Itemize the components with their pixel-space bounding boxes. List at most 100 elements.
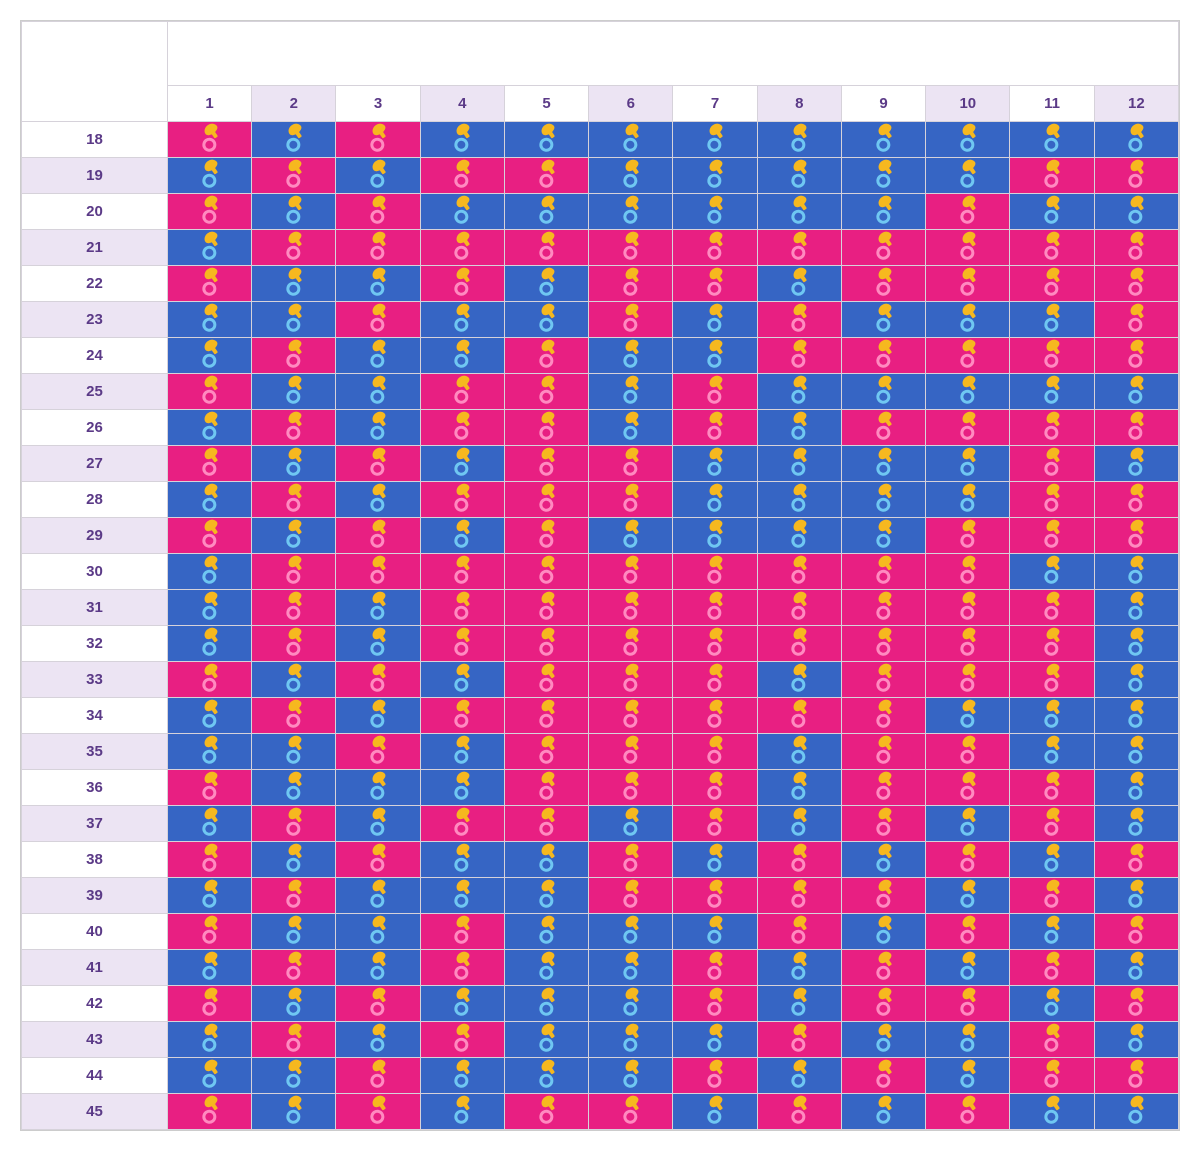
chart-cell	[167, 1058, 251, 1094]
pacifier-icon	[192, 768, 228, 802]
pacifier-icon	[613, 732, 649, 766]
pacifier-icon	[192, 156, 228, 190]
chart-cell	[1094, 482, 1178, 518]
chart-cell	[673, 554, 757, 590]
chart-cell	[673, 734, 757, 770]
pacifier-icon	[445, 300, 481, 334]
chart-cell	[504, 410, 588, 446]
chart-cell	[673, 914, 757, 950]
pacifier-icon	[697, 1020, 733, 1054]
chart-cell	[673, 518, 757, 554]
pacifier-icon	[276, 1020, 312, 1054]
chart-cell	[252, 374, 336, 410]
chart-cell	[589, 446, 673, 482]
chart-cell	[757, 770, 841, 806]
pacifier-icon	[697, 948, 733, 982]
pacifier-icon	[192, 660, 228, 694]
chart-cell	[589, 626, 673, 662]
pacifier-icon	[529, 804, 565, 838]
pacifier-icon	[950, 588, 986, 622]
pacifier-icon	[445, 912, 481, 946]
chart-cell	[757, 554, 841, 590]
table-row: 19	[22, 158, 1179, 194]
pacifier-icon	[613, 120, 649, 154]
pacifier-icon	[1119, 768, 1155, 802]
pacifier-icon	[1034, 300, 1070, 334]
pacifier-icon	[782, 444, 818, 478]
pacifier-icon	[192, 192, 228, 226]
chart-cell	[336, 914, 420, 950]
table-row: 23	[22, 302, 1179, 338]
table-row: 32	[22, 626, 1179, 662]
chart-cell	[252, 878, 336, 914]
pacifier-icon	[192, 696, 228, 730]
chart-cell	[1010, 806, 1094, 842]
pacifier-icon	[360, 372, 396, 406]
pacifier-icon	[782, 984, 818, 1018]
pacifier-icon	[276, 696, 312, 730]
pacifier-icon	[360, 408, 396, 442]
pacifier-icon	[866, 696, 902, 730]
pacifier-icon	[613, 660, 649, 694]
row-header: 41	[22, 950, 168, 986]
pacifier-icon	[866, 480, 902, 514]
pacifier-icon	[1119, 228, 1155, 262]
table-row: 36	[22, 770, 1179, 806]
pacifier-icon	[866, 120, 902, 154]
chart-cell	[757, 194, 841, 230]
chart-cell	[841, 806, 925, 842]
chart-cell	[252, 194, 336, 230]
chart-cell	[757, 518, 841, 554]
chart-cell	[1010, 122, 1094, 158]
pacifier-icon	[276, 516, 312, 550]
chart-cell	[841, 446, 925, 482]
column-header: 3	[336, 86, 420, 122]
pacifier-icon	[866, 372, 902, 406]
chart-cell	[1094, 662, 1178, 698]
pacifier-icon	[782, 660, 818, 694]
pacifier-icon	[445, 984, 481, 1018]
chart-cell	[926, 1058, 1010, 1094]
pacifier-icon	[360, 876, 396, 910]
chart-cell	[926, 590, 1010, 626]
row-header: 30	[22, 554, 168, 590]
pacifier-icon	[950, 912, 986, 946]
chart-cell	[504, 482, 588, 518]
pacifier-icon	[782, 768, 818, 802]
chart-cell	[504, 554, 588, 590]
chart-cell	[504, 986, 588, 1022]
pacifier-icon	[697, 912, 733, 946]
pacifier-icon	[697, 588, 733, 622]
pacifier-icon	[1034, 1092, 1070, 1126]
chart-cell	[1010, 698, 1094, 734]
pacifier-icon	[1034, 192, 1070, 226]
chart-cell	[336, 878, 420, 914]
pacifier-icon	[866, 804, 902, 838]
row-header: 34	[22, 698, 168, 734]
chart-cell	[589, 230, 673, 266]
pacifier-icon	[192, 120, 228, 154]
chart-cell	[420, 662, 504, 698]
row-header: 32	[22, 626, 168, 662]
chart-cell	[1010, 194, 1094, 230]
row-header: 33	[22, 662, 168, 698]
table-row: 27	[22, 446, 1179, 482]
pacifier-icon	[950, 876, 986, 910]
pacifier-icon	[866, 264, 902, 298]
chart-cell	[167, 158, 251, 194]
chart-cell	[420, 122, 504, 158]
chart-cell	[673, 1094, 757, 1130]
pacifier-icon	[192, 876, 228, 910]
chart-cell	[926, 230, 1010, 266]
chart-cell	[841, 518, 925, 554]
pacifier-icon	[697, 480, 733, 514]
chart-cell	[757, 1022, 841, 1058]
chart-cell	[1010, 1058, 1094, 1094]
row-header: 40	[22, 914, 168, 950]
chart-cell	[757, 338, 841, 374]
pacifier-icon	[950, 840, 986, 874]
pacifier-icon	[950, 732, 986, 766]
pacifier-icon	[1119, 660, 1155, 694]
chart-cell	[1094, 590, 1178, 626]
chart-cell	[841, 374, 925, 410]
